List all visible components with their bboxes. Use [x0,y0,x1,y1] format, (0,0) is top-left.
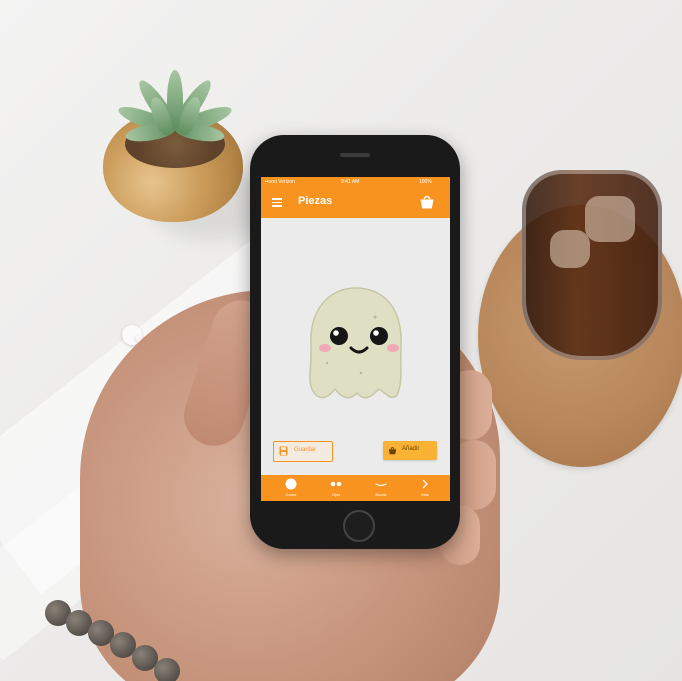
ice-cube [585,196,635,242]
nav-item-label: Más [421,492,429,497]
page-title: Piezas [298,195,333,207]
nav-item-caras[interactable]: Caras [273,475,309,501]
status-time: 9:41 AM [341,179,360,185]
app-screen: ••ooo Verizon 9:41 AM 100% Piezas Guarda… [261,177,450,501]
nav-item-bocas[interactable]: Bocas [363,475,399,501]
basket-icon[interactable] [419,193,435,210]
add-button-label: Añadir [402,446,420,452]
bottom-navigation: Caras Ojos Bocas Más [261,475,450,501]
floppy-disk-icon [279,446,288,456]
ghost-body [309,287,402,399]
app-bar: Piezas [261,187,450,218]
status-bar: ••ooo Verizon 9:41 AM 100% [261,177,450,187]
ice-cube [550,230,590,268]
circle-icon [285,478,297,490]
phone-speaker [340,153,370,157]
battery-label: 100% [419,179,432,185]
ghost-eye-right [370,327,388,345]
add-button[interactable]: Añadir [383,441,437,460]
home-button[interactable] [343,510,375,542]
carrier-label: ••ooo Verizon [265,179,295,185]
chevron-right-icon [422,479,428,489]
save-button-label: Guardar [294,447,317,453]
ghost-cookie-image [309,287,402,399]
eyes-icon [330,481,342,487]
bead [154,658,180,681]
save-button[interactable]: Guardar [273,441,333,462]
nav-item-label: Bocas [375,492,387,497]
ghost-cheek [319,344,331,352]
nav-item-ojos[interactable]: Ojos [318,475,354,501]
mouth-icon [375,483,387,487]
nav-item-mas[interactable]: Más [407,475,443,501]
ghost-eye-left [330,327,348,345]
menu-icon[interactable] [272,198,282,207]
nav-item-label: Caras [285,492,297,497]
basket-icon [388,447,397,455]
photo-scene: ••ooo Verizon 9:41 AM 100% Piezas Guarda… [0,0,682,681]
ghost-cheek [387,344,399,352]
nav-item-label: Ojos [331,492,341,497]
